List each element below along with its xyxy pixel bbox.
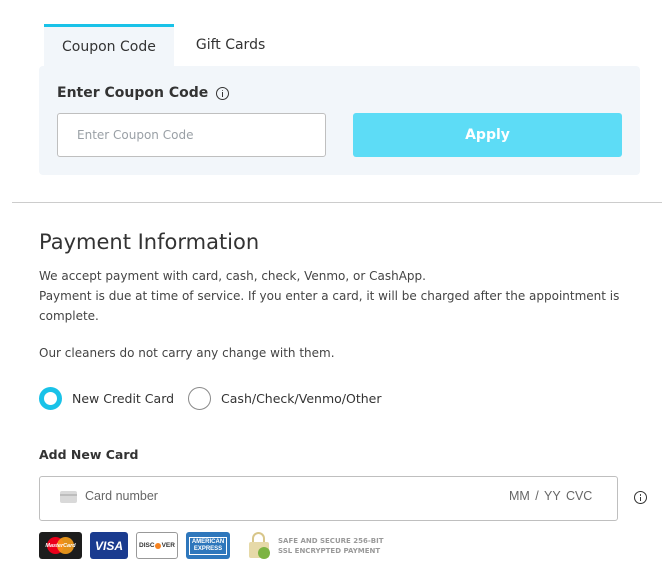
amex-logo: AMERICAN EXPRESS [186,532,230,559]
tab-gift-cards[interactable]: Gift Cards [178,24,283,66]
discover-logo: DISC VER [136,532,178,559]
payment-method-options: New Credit Card Cash/Check/Venmo/Other [39,387,395,410]
secure-payment-text: SAFE AND SECURE 256-BIT SSL ENCRYPTED PA… [278,536,384,555]
coupon-tabs: Coupon Code Gift Cards [44,24,283,66]
add-new-card-label: Add New Card [39,447,139,462]
info-icon[interactable] [216,86,230,100]
credit-card-icon [60,491,77,503]
payment-due-text: Payment is due at time of service. If yo… [39,289,620,323]
option-new-credit-card[interactable]: New Credit Card [39,387,174,410]
payment-description: We accept payment with card, cash, check… [39,266,639,326]
mastercard-logo: MasterCard [39,532,82,559]
cleaners-note: Our cleaners do not carry any change wit… [39,346,335,360]
payment-title: Payment Information [39,230,260,254]
section-divider [12,202,662,203]
lock-icon [248,532,270,559]
coupon-heading-label: Enter Coupon Code [57,85,209,101]
cash-check-venmo-label: Cash/Check/Venmo/Other [221,391,382,406]
coupon-heading: Enter Coupon Code [57,85,230,101]
tab-coupon-code[interactable]: Coupon Code [44,24,174,66]
card-info-icon[interactable] [634,491,647,504]
card-logos: MasterCard VISA DISC VER AMERICAN EXPRESS … [39,532,383,559]
new-credit-card-radio[interactable] [39,387,62,410]
coupon-panel: Enter Coupon Code Apply [39,66,640,175]
coupon-code-input[interactable] [57,113,326,157]
secure-payment-badge: SAFE AND SECURE 256-BIT SSL ENCRYPTED PA… [248,532,383,559]
card-exp-cvc-placeholder: MM / YY CVC [509,489,593,503]
new-credit-card-label: New Credit Card [72,391,175,406]
card-number-placeholder: Card number [85,489,158,503]
option-cash-check-venmo[interactable]: Cash/Check/Venmo/Other [188,387,381,410]
visa-logo: VISA [90,532,128,559]
payment-accepted-text: We accept payment with card, cash, check… [39,269,426,283]
card-input-field[interactable]: Card number MM / YY CVC [39,476,618,521]
apply-button[interactable]: Apply [353,113,622,157]
cash-check-venmo-radio[interactable] [188,387,212,410]
